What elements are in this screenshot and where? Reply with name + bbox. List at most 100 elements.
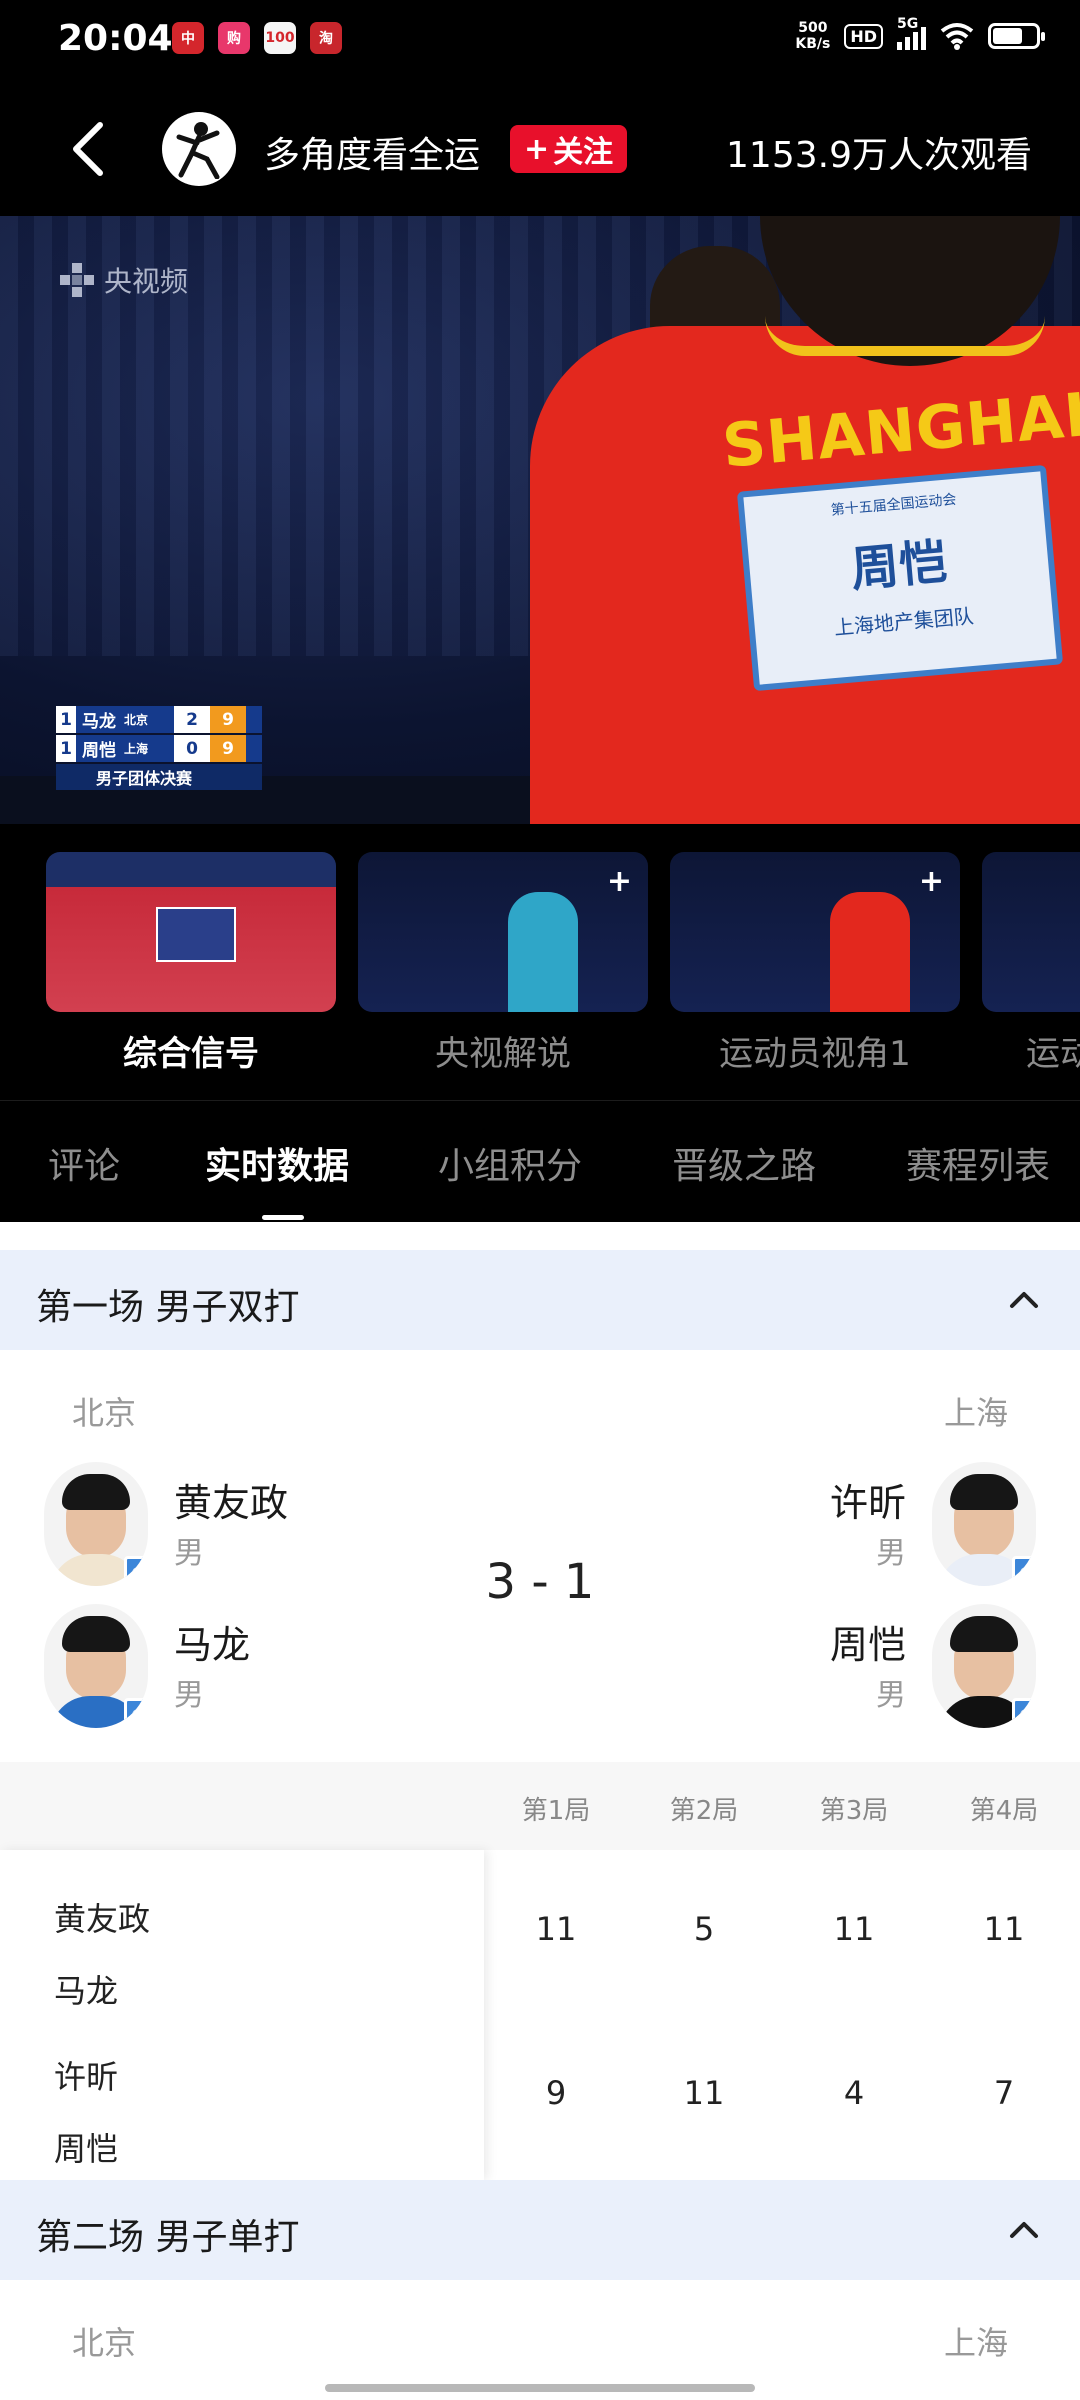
camera-label: 央视解说 <box>435 1034 571 1074</box>
camera-label: 运动员视角1 <box>719 1034 911 1074</box>
scoreboard-team: 北京 <box>124 713 149 727</box>
set-score: 11 <box>983 1910 1025 1948</box>
tab-group-points[interactable]: 小组积分 <box>438 1137 582 1189</box>
camera-label: 综合信号 <box>123 1034 259 1074</box>
live-data-panel: 第一场 男子双打 北京 上海 ♂ 黄友政 男 ♂ 马龙 男 3 - 1 许昕 男… <box>0 1222 1080 2400</box>
camera-angle-item[interactable]: + 央视解说 <box>358 852 648 1075</box>
plus-icon: + <box>606 864 632 899</box>
sets-table-header: 第1局 第2局 第3局 第4局 <box>0 1762 1080 1850</box>
camera-thumbnail <box>982 852 1080 1012</box>
scoreboard-points: 9 <box>210 735 246 762</box>
status-notification-icons: 中 购 100 淘 <box>172 22 342 54</box>
set-score: 11 <box>683 2074 725 2112</box>
camera-angle-list[interactable]: 综合信号 + 央视解说 + 运动员视角1 运动 <box>0 824 1080 1100</box>
player-name: 许昕 <box>829 1481 906 1525</box>
chevron-up-icon[interactable] <box>1004 2210 1044 2250</box>
set-header: 第2局 <box>669 1796 739 1826</box>
camera-angle-item[interactable]: 综合信号 <box>46 852 336 1075</box>
video-player[interactable]: SHANGHAI 第十五届全国运动会 周恺 上海地产集团队 央视频 1 马龙 北… <box>0 216 1080 824</box>
network-speed-value: 500 <box>798 20 828 36</box>
left-team-name: 北京 <box>72 1394 137 1432</box>
scoreboard-rank: 1 <box>56 706 76 733</box>
pair-player-name: 周恺 <box>54 2130 119 2168</box>
match-header[interactable]: 第二场 男子单打 <box>0 2180 1080 2280</box>
scoreboard-event: 男子团体决赛 <box>56 764 262 790</box>
scoreboard-row: 1 周恺 上海 0 9 <box>56 735 262 762</box>
match-score: 3 - 1 <box>485 1554 595 1610</box>
follow-label: 关注 <box>553 135 614 170</box>
player-bib: 第十五届全国运动会 周恺 上海地产集团队 <box>736 464 1064 692</box>
match-title: 第二场 男子单打 <box>36 2217 300 2258</box>
camera-label: 运动 <box>1026 1034 1080 1074</box>
scoreboard-team: 上海 <box>124 742 149 756</box>
scoreboard-row: 1 马龙 北京 2 9 <box>56 706 262 733</box>
camera-angle-item[interactable]: + 运动员视角1 <box>670 852 960 1075</box>
player-gender: 男 <box>174 1678 204 1713</box>
set-score: 11 <box>535 1910 577 1948</box>
player-avatar[interactable]: ♂ <box>932 1462 1036 1586</box>
chevron-left-icon <box>73 122 103 176</box>
network-speed: 500 KB/s <box>795 20 830 52</box>
scoreboard-player: 马龙 <box>82 712 116 732</box>
player-name: 周恺 <box>829 1623 906 1667</box>
pair-player-name: 许昕 <box>54 2058 119 2096</box>
signal-icon: 5G <box>897 16 926 50</box>
male-icon: ♂ <box>1012 1556 1036 1586</box>
live-scoreboard: 1 马龙 北京 2 9 1 周恺 上海 0 9 男子团体决赛 <box>56 706 262 790</box>
content-tabs: 评论 实时数据 小组积分 晋级之路 赛程列表 <box>0 1100 1080 1222</box>
tab-advancement[interactable]: 晋级之路 <box>672 1137 816 1189</box>
male-icon: ♂ <box>1012 1698 1036 1728</box>
wifi-icon <box>940 23 974 50</box>
camera-angle-item[interactable]: 运动 <box>982 852 1080 1075</box>
left-team-name: 北京 <box>72 2324 137 2362</box>
plus-icon: + <box>524 131 550 167</box>
back-button[interactable] <box>58 114 118 184</box>
set-header: 第3局 <box>819 1796 889 1826</box>
scoreboard-player: 周恺 <box>82 741 116 761</box>
tab-live-data[interactable]: 实时数据 <box>205 1137 349 1189</box>
tab-schedule[interactable]: 赛程列表 <box>906 1137 1050 1189</box>
pair-player-name: 马龙 <box>54 1972 119 2010</box>
match-title: 第一场 男子双打 <box>36 1287 300 1328</box>
player-avatar[interactable]: ♂ <box>932 1604 1036 1728</box>
player-gender: 男 <box>876 1678 906 1713</box>
player-name: 黄友政 <box>174 1481 289 1525</box>
set-score: 7 <box>993 2074 1015 2112</box>
tab-comments[interactable]: 评论 <box>48 1137 120 1189</box>
athlete-logo-icon <box>176 122 220 179</box>
cctv-logo-icon <box>60 263 94 297</box>
chevron-up-icon[interactable] <box>1004 1280 1044 1320</box>
status-time: 20:04 <box>58 18 173 59</box>
cctv-video-watermark: 央视频 <box>60 260 188 300</box>
right-team-name: 上海 <box>943 1394 1008 1432</box>
camera-thumbnail: + <box>670 852 960 1012</box>
network-speed-unit: KB/s <box>795 36 831 52</box>
follow-button[interactable]: + 关注 <box>510 125 628 173</box>
camera-thumbnail <box>46 852 336 1012</box>
male-icon: ♂ <box>124 1698 148 1728</box>
pair-player-name: 黄友政 <box>54 1900 151 1938</box>
status-system-icons: 500 KB/s HD 5G <box>795 16 1045 52</box>
network-type: 5G <box>897 16 919 32</box>
scoreboard-points: 9 <box>210 706 246 733</box>
home-indicator[interactable] <box>325 2384 755 2392</box>
player-avatar[interactable]: ♂ <box>44 1604 148 1728</box>
notification-app-icon: 购 <box>218 22 250 54</box>
scoreboard-rank: 1 <box>56 735 76 762</box>
bib-name: 周恺 <box>848 533 950 599</box>
player-name: 马龙 <box>174 1623 251 1667</box>
camera-thumbnail: + <box>358 852 648 1012</box>
view-count: 1153.9万人次观看 <box>726 135 1032 176</box>
set-score: 5 <box>693 1910 715 1948</box>
watermark-text: 央视频 <box>104 265 189 298</box>
notification-app-icon: 淘 <box>310 22 342 54</box>
battery-icon <box>988 23 1045 49</box>
channel-name[interactable]: 多角度看全运 <box>264 126 480 178</box>
hd-icon: HD <box>844 23 883 49</box>
plus-icon: + <box>918 864 944 899</box>
scoreboard-games: 2 <box>174 706 210 733</box>
set-score: 9 <box>545 2074 567 2112</box>
channel-avatar[interactable] <box>162 112 236 186</box>
match-header[interactable]: 第一场 男子双打 <box>0 1250 1080 1350</box>
scoreboard-games: 0 <box>174 735 210 762</box>
